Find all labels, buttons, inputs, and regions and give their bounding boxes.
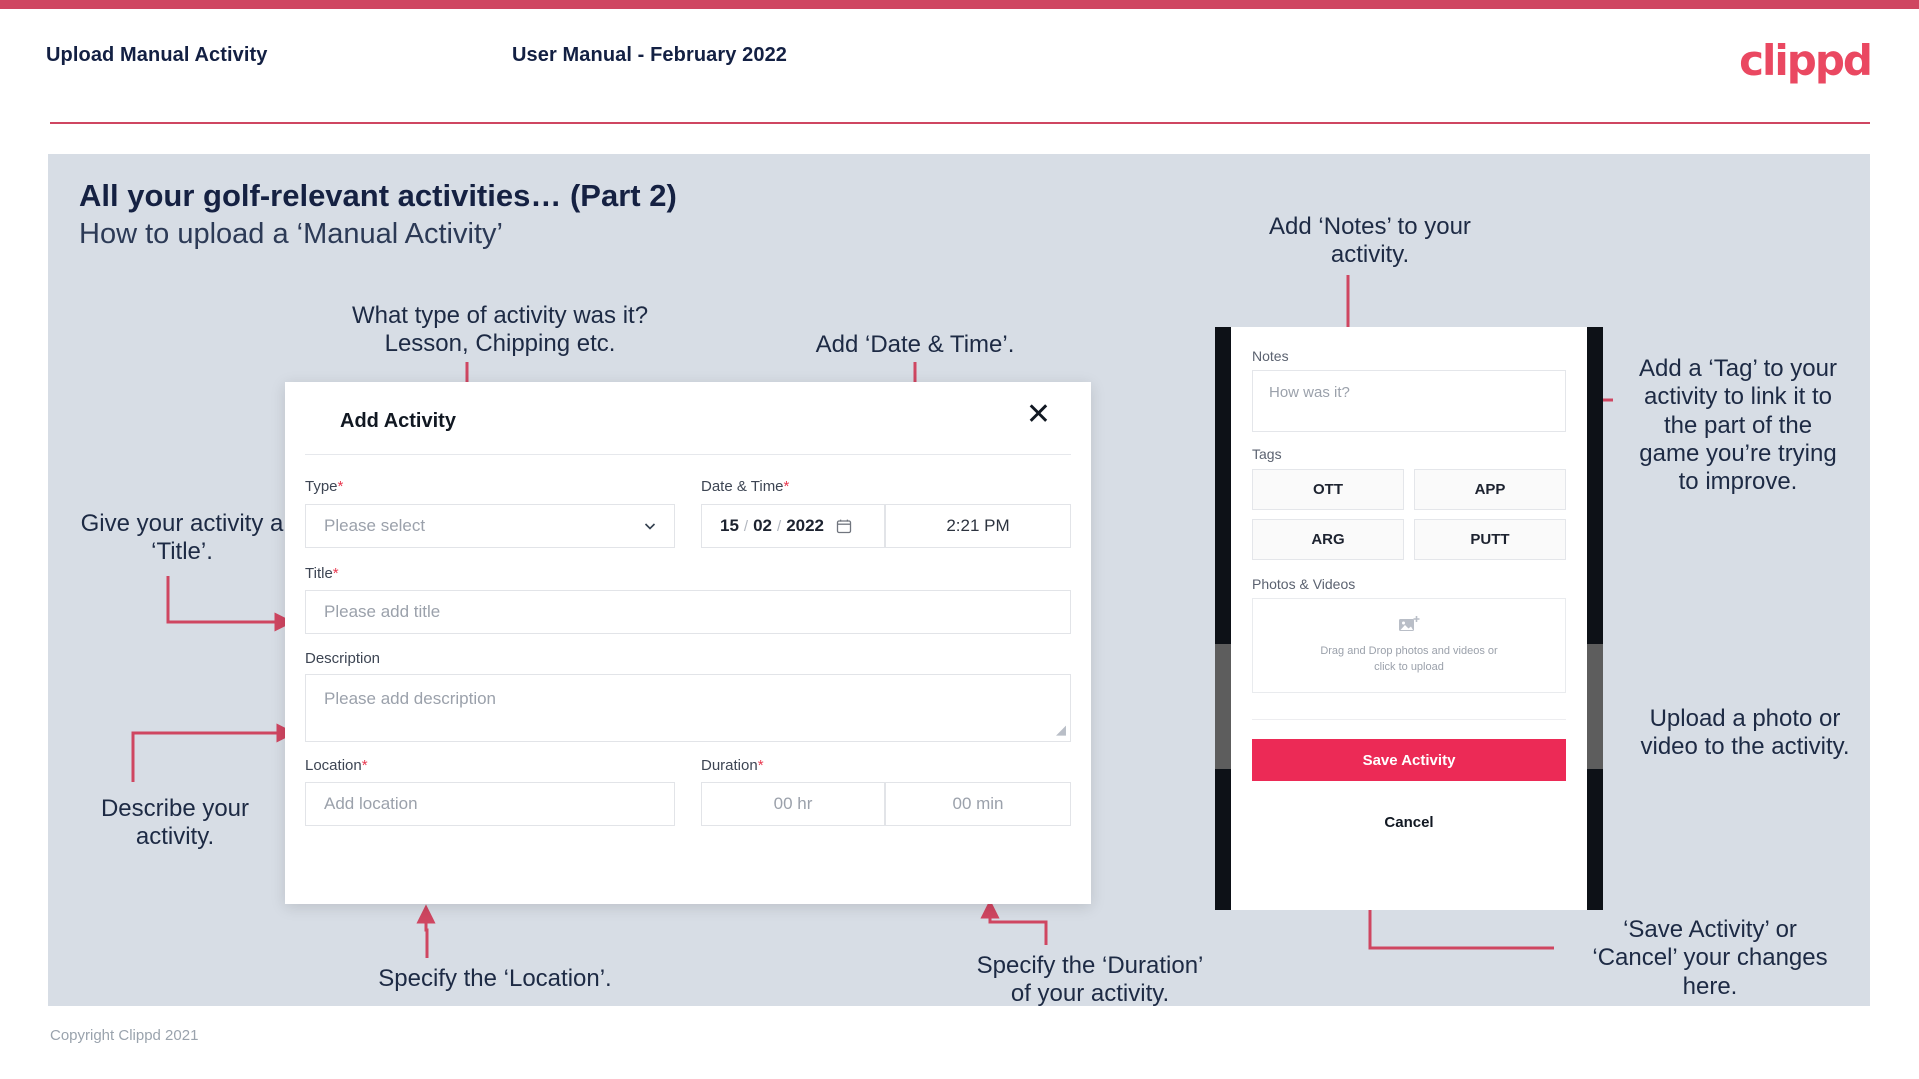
annotation-photos: Upload a photo or video to the activity. <box>1640 705 1850 761</box>
date-input[interactable]: 15 / 02 / 2022 <box>701 504 885 548</box>
duration-hours-placeholder: 00 hr <box>773 794 813 813</box>
calendar-icon[interactable] <box>836 518 852 534</box>
notes-placeholder: How was it? <box>1269 384 1350 401</box>
annotation-notes: Add ‘Notes’ to your activity. <box>1269 213 1471 269</box>
datetime-label-text: Date & Time <box>701 478 784 495</box>
date-sep-1: / <box>743 517 749 535</box>
add-image-icon <box>1399 616 1420 632</box>
photo-dropzone[interactable]: Drag and Drop photos and videos or click… <box>1252 598 1566 693</box>
title-label-text: Title <box>305 565 333 582</box>
annotation-save: ‘Save Activity’ or ‘Cancel’ your changes h… <box>1592 916 1828 1000</box>
clippd-logo: clippd <box>1739 36 1873 85</box>
type-select[interactable]: Please select <box>305 504 675 548</box>
phone-divider <box>1252 719 1566 720</box>
phone-bezel-left-top <box>1215 327 1231 644</box>
date-month: 02 <box>753 516 773 535</box>
annotation-datetime: Add ‘Date & Time’. <box>815 331 1015 358</box>
phone-bezel-left-bottom <box>1215 769 1231 910</box>
time-input[interactable]: 2:21 PM <box>885 504 1071 548</box>
duration-minutes-placeholder: 00 min <box>952 794 1004 813</box>
date-sep-2: / <box>777 517 782 535</box>
title-input[interactable]: Please add title <box>305 590 1071 634</box>
slide-title: All your golf-relevant activities… (Part… <box>79 178 677 213</box>
phone-bezel-right-mid <box>1587 644 1603 769</box>
location-label-text: Location <box>305 757 362 774</box>
dialog-divider <box>305 454 1071 455</box>
description-label-text: Description <box>305 650 381 667</box>
type-placeholder: Please select <box>324 516 426 535</box>
phone-screen: Notes How was it? Tags OTT APP ARG PUTT … <box>1231 327 1587 910</box>
location-placeholder: Add location <box>324 794 418 813</box>
description-placeholder: Please add description <box>324 689 497 708</box>
cancel-button[interactable]: Cancel <box>1231 814 1587 831</box>
copyright-footer: Copyright Clippd 2021 <box>50 1027 199 1044</box>
resize-handle-icon[interactable]: ◢ <box>1056 722 1066 738</box>
dialog-title: Add Activity <box>340 410 456 432</box>
annotation-duration: Specify the ‘Duration’ of your activity. <box>976 952 1204 1008</box>
title-placeholder: Please add title <box>324 602 441 621</box>
duration-label-text: Duration <box>701 757 758 774</box>
phone-bezel-right-bottom <box>1587 769 1603 910</box>
annotation-location: Specify the ‘Location’. <box>378 965 612 992</box>
dropzone-line-1: Drag and Drop photos and videos or <box>1320 645 1498 658</box>
annotation-type: What type of activity was it? Lesson, Chi… <box>351 302 649 358</box>
tag-putt[interactable]: PUTT <box>1414 519 1566 560</box>
location-input[interactable]: Add location <box>305 782 675 826</box>
datetime-label: Date & Time* <box>701 478 789 495</box>
add-activity-dialog: Add Activity ✕ Type* Please select Date … <box>285 382 1091 904</box>
photos-label: Photos & Videos <box>1252 576 1356 592</box>
page-title: Upload Manual Activity <box>46 44 268 66</box>
title-required-star: * <box>332 565 339 582</box>
annotation-description: Describe your activity. <box>100 795 250 851</box>
dropzone-line-2: click to upload <box>1374 661 1444 673</box>
duration-hours-input[interactable]: 00 hr <box>701 782 885 826</box>
date-day: 15 <box>720 516 739 535</box>
annotation-tags: Add a ‘Tag’ to your activity to link it t… <box>1639 355 1837 496</box>
annotation-title: Give your activity a ‘Title’. <box>80 510 284 566</box>
tag-app[interactable]: APP <box>1414 469 1566 510</box>
title-label: Title* <box>305 565 339 582</box>
type-label-text: Type <box>305 478 338 495</box>
location-required-star: * <box>361 757 368 774</box>
tag-ott[interactable]: OTT <box>1252 469 1404 510</box>
phone-bezel-right-top <box>1587 327 1603 644</box>
phone-bezel-left-mid <box>1215 644 1231 769</box>
notes-label: Notes <box>1252 348 1289 364</box>
top-accent-bar <box>0 0 1919 9</box>
time-value: 2:21 PM <box>946 516 1010 535</box>
duration-minutes-input[interactable]: 00 min <box>885 782 1071 826</box>
description-label: Description <box>305 650 380 667</box>
date-year: 2022 <box>786 516 825 535</box>
save-activity-button[interactable]: Save Activity <box>1252 739 1566 781</box>
type-label: Type* <box>305 478 343 495</box>
tag-arg[interactable]: ARG <box>1252 519 1404 560</box>
header-divider <box>50 122 1870 124</box>
tags-label: Tags <box>1252 446 1282 462</box>
duration-required-star: * <box>757 757 764 774</box>
slide-subtitle: How to upload a ‘Manual Activity’ <box>79 218 503 250</box>
chevron-down-icon <box>644 523 656 530</box>
close-icon[interactable]: ✕ <box>1026 400 1051 430</box>
description-textarea[interactable]: Please add description ◢ <box>305 674 1071 742</box>
type-required-star: * <box>337 478 344 495</box>
header-subtitle: User Manual - February 2022 <box>512 44 788 66</box>
mobile-preview: Notes How was it? Tags OTT APP ARG PUTT … <box>1215 327 1603 910</box>
location-label: Location* <box>305 757 368 774</box>
datetime-required-star: * <box>783 478 790 495</box>
notes-textarea[interactable]: How was it? <box>1252 370 1566 432</box>
duration-label: Duration* <box>701 757 764 774</box>
